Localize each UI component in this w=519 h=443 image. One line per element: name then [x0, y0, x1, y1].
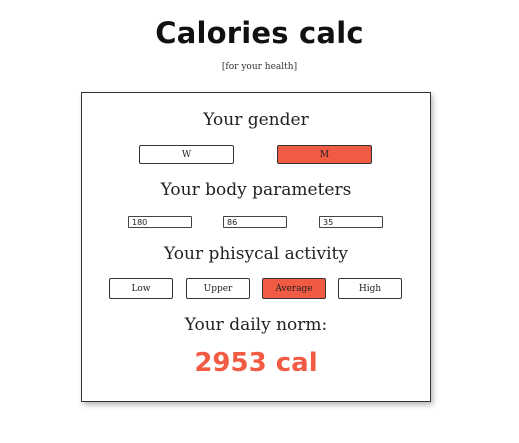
page-subtitle: [for your health] [221, 62, 298, 72]
weight-input[interactable] [223, 216, 287, 228]
activity-heading: Your phisycal activity [164, 244, 348, 264]
activity-option-upper[interactable]: Upper [186, 278, 250, 299]
age-input[interactable] [319, 216, 383, 228]
page-title: Calories calc [155, 16, 364, 50]
calculator-card: Your gender W M Your body parameters You… [81, 92, 431, 402]
activity-option-low[interactable]: Low [109, 278, 173, 299]
activity-option-average[interactable]: Average [262, 278, 326, 299]
daily-norm-value: 2953 cal [194, 348, 318, 378]
body-parameters-heading: Your body parameters [160, 180, 352, 200]
height-input[interactable] [128, 216, 192, 228]
gender-heading: Your gender [203, 110, 309, 130]
daily-norm-heading: Your daily norm: [184, 315, 328, 335]
activity-option-high[interactable]: High [338, 278, 402, 299]
gender-option-w[interactable]: W [139, 145, 234, 164]
gender-option-m[interactable]: M [277, 145, 372, 164]
